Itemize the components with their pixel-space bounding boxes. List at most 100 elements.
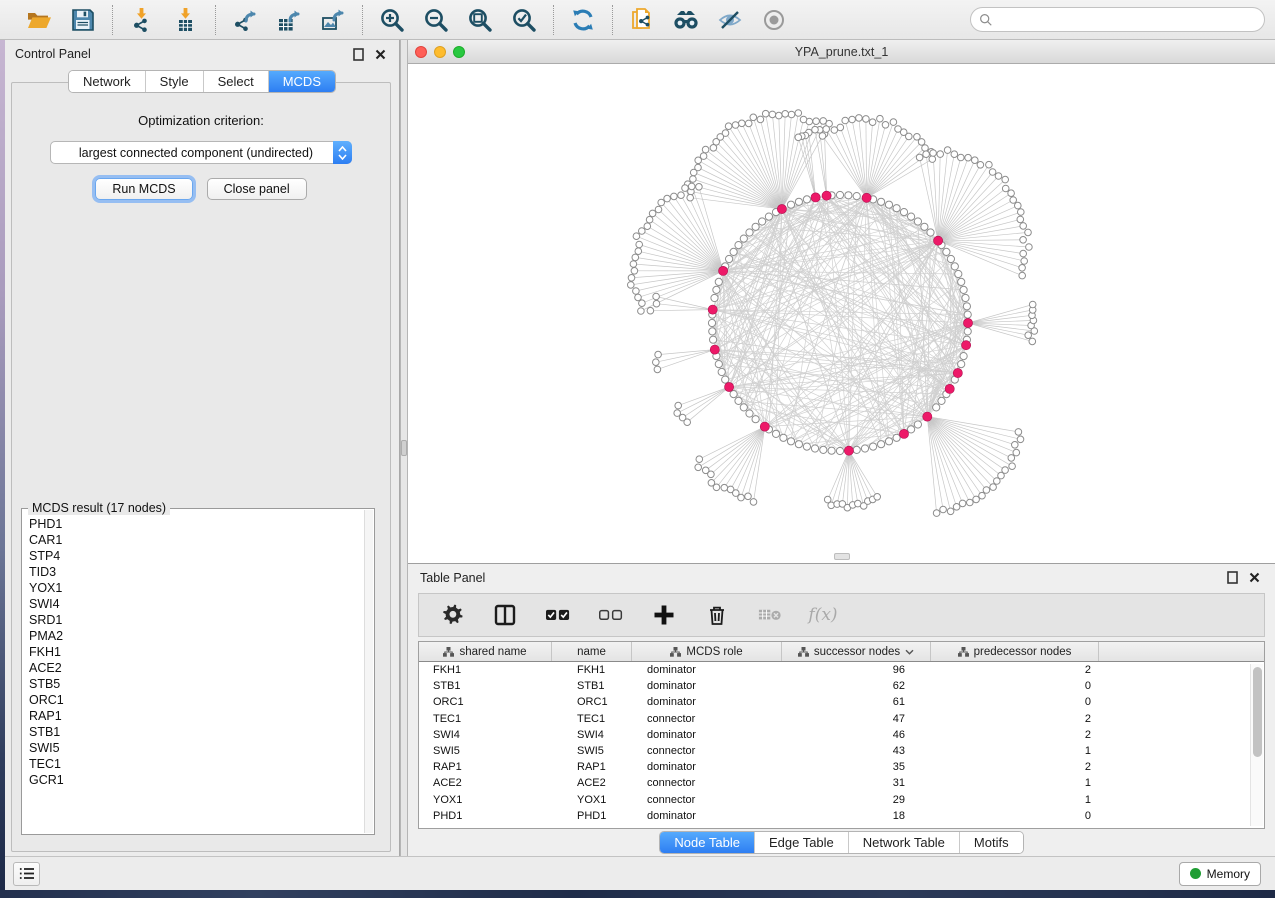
network-canvas[interactable] (408, 64, 1275, 563)
table-row[interactable]: SWI4SWI4dominator462 (419, 727, 1248, 743)
select-all-button[interactable] (545, 602, 571, 628)
window-close-button[interactable] (415, 46, 427, 58)
tab-network-table[interactable]: Network Table (848, 832, 959, 853)
deselect-all-button[interactable] (598, 602, 624, 628)
table-row[interactable]: ACE2ACE2connector311 (419, 775, 1248, 791)
table-row[interactable]: PHD1PHD1dominator180 (419, 808, 1248, 824)
tab-node-table[interactable]: Node Table (660, 832, 754, 853)
table-row[interactable]: STB1STB1dominator620 (419, 678, 1248, 694)
hide-selected-button[interactable] (715, 5, 745, 35)
mcds-result-item[interactable]: CAR1 (29, 532, 364, 548)
table-row[interactable]: TEC1TEC1connector472 (419, 711, 1248, 727)
mcds-result-item[interactable]: ACE2 (29, 660, 364, 676)
import-table-button[interactable] (171, 5, 201, 35)
zoom-selected-button[interactable] (509, 5, 539, 35)
mcds-result-item[interactable]: TEC1 (29, 756, 364, 772)
export-image-icon (320, 7, 346, 33)
zoom-in-button[interactable] (377, 5, 407, 35)
add-column-button[interactable] (651, 602, 677, 628)
zoom-out-icon (423, 7, 449, 33)
table-scrollbar-thumb[interactable] (1253, 667, 1262, 757)
zoom-fit-button[interactable] (465, 5, 495, 35)
mcds-result-item[interactable]: GCR1 (29, 772, 364, 788)
tab-style[interactable]: Style (145, 71, 203, 92)
clone-network-button[interactable] (627, 5, 657, 35)
table-cell: 2 (931, 713, 1099, 725)
memory-button[interactable]: Memory (1179, 862, 1261, 886)
close-panel-button[interactable]: Close panel (207, 178, 307, 200)
dropdown-stepper-icon (333, 141, 352, 164)
tab-edge-table[interactable]: Edge Table (754, 832, 848, 853)
close-table-panel-icon[interactable] (1245, 569, 1263, 587)
close-panel-icon[interactable] (371, 45, 389, 63)
show-all-button[interactable] (759, 5, 789, 35)
mcds-result-item[interactable]: YOX1 (29, 580, 364, 596)
search-box[interactable] (970, 7, 1265, 32)
column-header-shared-name[interactable]: shared name (419, 642, 552, 661)
export-network-button[interactable] (230, 5, 260, 35)
window-minimize-button[interactable] (434, 46, 446, 58)
table-cell: 62 (782, 680, 931, 692)
tab-mcds[interactable]: MCDS (268, 71, 335, 92)
open-session-button[interactable] (24, 5, 54, 35)
table-cell: ACE2 (419, 777, 552, 789)
vertical-splitter[interactable] (400, 40, 408, 856)
float-panel-icon[interactable] (349, 45, 367, 63)
table-row[interactable]: ORC1ORC1dominator610 (419, 694, 1248, 710)
mcds-result-item[interactable]: SWI4 (29, 596, 364, 612)
ui-settings-menu-button[interactable] (13, 862, 40, 886)
zoom-fit-icon (467, 7, 493, 33)
mcds-result-item[interactable]: STB5 (29, 676, 364, 692)
optimization-criterion-dropdown[interactable]: largest connected component (undirected) (50, 141, 352, 164)
list-menu-icon (19, 867, 35, 880)
mcds-result-item[interactable]: STP4 (29, 548, 364, 564)
mcds-result-item[interactable]: RAP1 (29, 708, 364, 724)
tab-motifs[interactable]: Motifs (959, 832, 1023, 853)
first-neighbors-button[interactable] (671, 5, 701, 35)
table-cell: RAP1 (419, 761, 552, 773)
float-table-panel-icon[interactable] (1223, 569, 1241, 587)
search-input[interactable] (999, 13, 1256, 27)
horizontal-splitter-grabber[interactable] (834, 553, 850, 560)
table-cell: SWI5 (419, 745, 552, 757)
refresh-button[interactable] (568, 5, 598, 35)
save-session-button[interactable] (68, 5, 98, 35)
export-image-button[interactable] (318, 5, 348, 35)
delete-column-button[interactable] (704, 602, 730, 628)
delete-table-icon (758, 607, 782, 624)
mcds-result-item[interactable]: SRD1 (29, 612, 364, 628)
table-row[interactable]: RAP1RAP1dominator352 (419, 759, 1248, 775)
zoom-selected-icon (511, 7, 537, 33)
export-table-button[interactable] (274, 5, 304, 35)
mcds-result-item[interactable]: FKH1 (29, 644, 364, 660)
result-list-scrollbar[interactable] (364, 510, 373, 833)
mcds-result-item[interactable]: TID3 (29, 564, 364, 580)
table-row[interactable]: FKH1FKH1dominator962 (419, 662, 1248, 678)
column-header-successor-nodes[interactable]: successor nodes (782, 642, 931, 661)
table-row[interactable]: SWI5SWI5connector431 (419, 743, 1248, 759)
zoom-out-button[interactable] (421, 5, 451, 35)
run-mcds-button[interactable]: Run MCDS (95, 178, 192, 200)
mcds-result-item[interactable]: ORC1 (29, 692, 364, 708)
mcds-result-item[interactable]: PHD1 (29, 516, 364, 532)
table-cell: dominator (632, 761, 782, 773)
delete-table-button (757, 602, 783, 628)
table-scrollbar[interactable] (1250, 664, 1263, 826)
column-header-predecessor-nodes[interactable]: predecessor nodes (931, 642, 1099, 661)
column-header-MCDS-role[interactable]: MCDS role (632, 642, 782, 661)
import-network-button[interactable] (127, 5, 157, 35)
tab-select[interactable]: Select (203, 71, 268, 92)
mcds-result-list[interactable]: PHD1CAR1STP4TID3YOX1SWI4SRD1PMA2FKH1ACE2… (23, 510, 364, 833)
tab-network[interactable]: Network (69, 71, 145, 92)
column-header-name[interactable]: name (552, 642, 632, 661)
mcds-result-item[interactable]: STB1 (29, 724, 364, 740)
show-columns-button[interactable] (492, 602, 518, 628)
table-cell: FKH1 (419, 664, 552, 676)
window-maximize-button[interactable] (453, 46, 465, 58)
splitter-grabber[interactable] (401, 440, 407, 456)
mcds-result-item[interactable]: SWI5 (29, 740, 364, 756)
settings-gear-button[interactable] (439, 602, 465, 628)
mcds-result-item[interactable]: PMA2 (29, 628, 364, 644)
network-window-titlebar[interactable]: YPA_prune.txt_1 (408, 40, 1275, 64)
table-row[interactable]: YOX1YOX1connector291 (419, 792, 1248, 808)
